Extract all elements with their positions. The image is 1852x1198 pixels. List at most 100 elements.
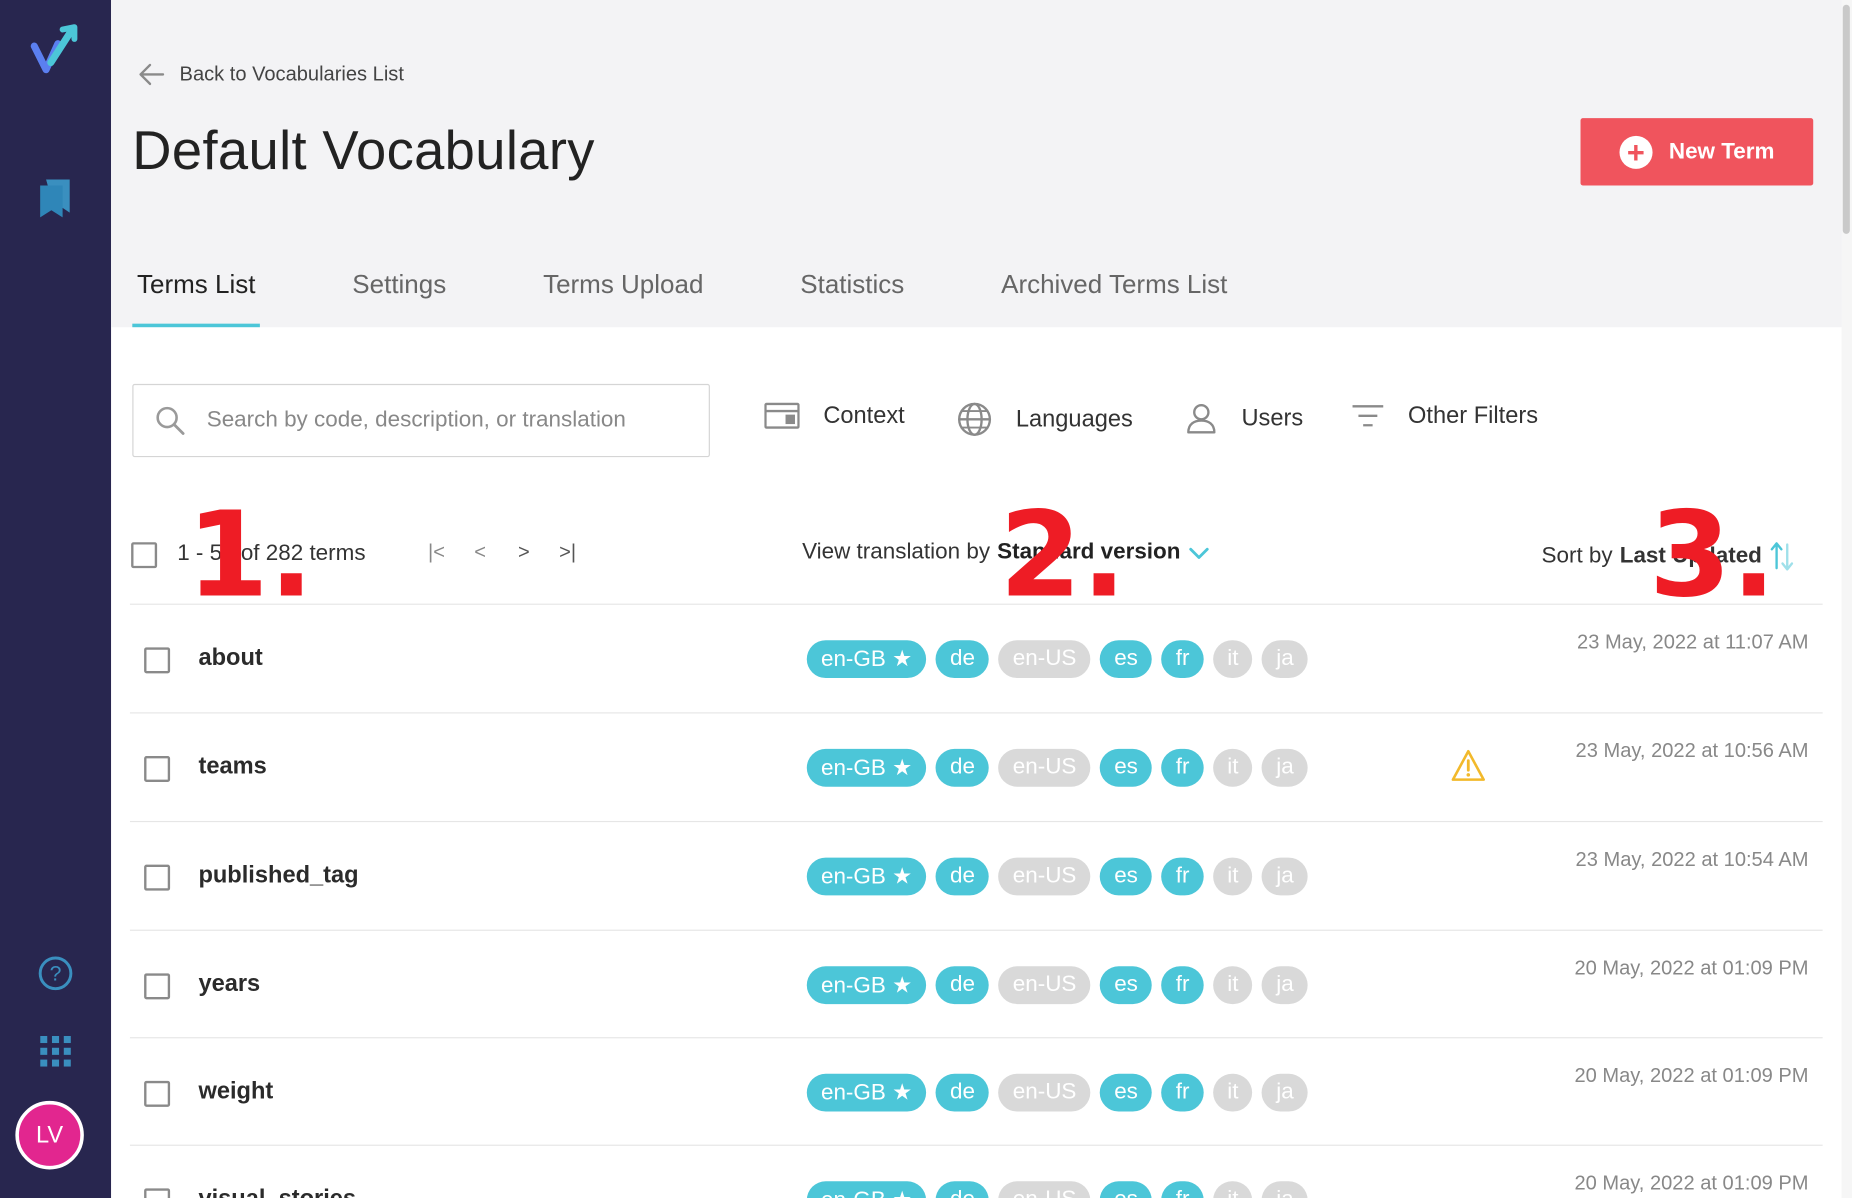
lang-pill-fr[interactable]: fr bbox=[1161, 1073, 1204, 1112]
vocabulary-book-icon[interactable] bbox=[0, 175, 111, 222]
apps-grid-icon[interactable] bbox=[0, 1032, 111, 1070]
next-page-icon[interactable]: > bbox=[510, 541, 537, 565]
lang-pill-it[interactable]: it bbox=[1213, 1181, 1253, 1198]
term-code[interactable]: years bbox=[198, 971, 260, 998]
lang-pill-es[interactable]: es bbox=[1100, 1073, 1153, 1112]
row-checkbox[interactable] bbox=[144, 647, 171, 674]
back-to-vocabularies-link[interactable]: Back to Vocabularies List bbox=[137, 63, 404, 87]
lang-pill-en-gb[interactable]: en-GB ★ bbox=[806, 748, 927, 787]
lang-pill-ja[interactable]: ja bbox=[1262, 1181, 1308, 1198]
tab-settings[interactable]: Settings bbox=[352, 258, 446, 328]
lang-pill-de[interactable]: de bbox=[935, 857, 990, 896]
table-row[interactable]: visual_stories en-GB ★ de en-US es fr it… bbox=[130, 1146, 1823, 1198]
lang-pill-en-us[interactable]: en-US bbox=[998, 748, 1091, 787]
sidebar: ? LV bbox=[0, 0, 112, 1198]
tab-terms-upload[interactable]: Terms Upload bbox=[543, 258, 703, 328]
term-code[interactable]: published_tag bbox=[198, 862, 358, 889]
filter-icon bbox=[1352, 405, 1384, 427]
lang-pill-es[interactable]: es bbox=[1100, 857, 1153, 896]
lang-pill-fr[interactable]: fr bbox=[1161, 748, 1204, 787]
term-code[interactable]: weight bbox=[198, 1078, 273, 1105]
lang-pill-en-us[interactable]: en-US bbox=[998, 857, 1091, 896]
row-checkbox[interactable] bbox=[144, 864, 171, 891]
page-header: Back to Vocabularies List Default Vocabu… bbox=[111, 0, 1843, 328]
tab-statistics[interactable]: Statistics bbox=[800, 258, 904, 328]
sort-prefix: Sort by bbox=[1541, 543, 1613, 569]
lang-pill-it[interactable]: it bbox=[1213, 857, 1253, 896]
term-code[interactable]: teams bbox=[198, 754, 266, 781]
lang-pill-it[interactable]: it bbox=[1213, 640, 1253, 679]
lang-pill-de[interactable]: de bbox=[935, 640, 990, 679]
language-pills: en-GB ★ de en-US es fr it ja bbox=[806, 1181, 1308, 1198]
lang-pill-de[interactable]: de bbox=[935, 966, 990, 1005]
user-icon bbox=[1187, 403, 1216, 434]
lang-pill-fr[interactable]: fr bbox=[1161, 640, 1204, 679]
lang-pill-ja[interactable]: ja bbox=[1262, 748, 1308, 787]
table-row[interactable]: teams en-GB ★ de en-US es fr it ja 23 Ma… bbox=[130, 713, 1823, 820]
lang-pill-en-gb[interactable]: en-GB ★ bbox=[806, 640, 927, 679]
tab-terms-list[interactable]: Terms List bbox=[132, 258, 261, 328]
row-checkbox[interactable] bbox=[144, 1188, 171, 1198]
table-row[interactable]: weight en-GB ★ de en-US es fr it ja 20 M… bbox=[130, 1038, 1823, 1145]
lang-pill-ja[interactable]: ja bbox=[1262, 966, 1308, 1005]
languages-filter[interactable]: Languages bbox=[957, 402, 1133, 437]
language-pills: en-GB ★ de en-US es fr it ja bbox=[806, 966, 1308, 1005]
table-row[interactable]: about en-GB ★ de en-US es fr it ja 23 Ma… bbox=[130, 605, 1823, 712]
lang-pill-en-gb[interactable]: en-GB ★ bbox=[806, 1181, 927, 1198]
select-all-checkbox[interactable] bbox=[131, 542, 158, 569]
last-page-icon[interactable]: >| bbox=[554, 541, 581, 565]
table-row[interactable]: published_tag en-GB ★ de en-US es fr it … bbox=[130, 822, 1823, 929]
lang-pill-fr[interactable]: fr bbox=[1161, 1181, 1204, 1198]
language-pills: en-GB ★ de en-US es fr it ja bbox=[806, 1073, 1308, 1112]
lang-pill-en-us[interactable]: en-US bbox=[998, 640, 1091, 679]
lang-pill-it[interactable]: it bbox=[1213, 748, 1253, 787]
scrollbar-thumb[interactable] bbox=[1842, 4, 1850, 234]
previous-page-icon[interactable]: < bbox=[467, 541, 494, 565]
context-filter[interactable]: Context bbox=[764, 402, 905, 430]
last-updated-date: 20 May, 2022 at 01:09 PM bbox=[1574, 1171, 1809, 1195]
arrow-left-icon bbox=[139, 63, 165, 86]
lang-pill-ja[interactable]: ja bbox=[1262, 640, 1308, 679]
row-checkbox[interactable] bbox=[144, 973, 171, 1000]
language-pills: en-GB ★ de en-US es fr it ja bbox=[806, 640, 1308, 679]
last-updated-date: 20 May, 2022 at 01:09 PM bbox=[1574, 956, 1809, 980]
other-filters[interactable]: Other Filters bbox=[1351, 402, 1538, 430]
lang-pill-es[interactable]: es bbox=[1100, 748, 1153, 787]
lang-pill-ja[interactable]: ja bbox=[1262, 1073, 1308, 1112]
lang-pill-en-gb[interactable]: en-GB ★ bbox=[806, 857, 927, 896]
search-input[interactable] bbox=[206, 407, 692, 434]
lang-pill-en-gb[interactable]: en-GB ★ bbox=[806, 1073, 927, 1112]
lang-pill-de[interactable]: de bbox=[935, 1073, 990, 1112]
lang-pill-en-us[interactable]: en-US bbox=[998, 1181, 1091, 1198]
lang-pill-ja[interactable]: ja bbox=[1262, 857, 1308, 896]
table-row[interactable]: years en-GB ★ de en-US es fr it ja 20 Ma… bbox=[130, 931, 1823, 1038]
lang-pill-en-gb[interactable]: en-GB ★ bbox=[806, 966, 927, 1005]
term-code[interactable]: visual_stories bbox=[198, 1186, 356, 1198]
warning-icon[interactable] bbox=[1451, 749, 1486, 782]
lang-pill-es[interactable]: es bbox=[1100, 640, 1153, 679]
lang-pill-fr[interactable]: fr bbox=[1161, 966, 1204, 1005]
lang-pill-de[interactable]: de bbox=[935, 748, 990, 787]
tab-archived-terms-list[interactable]: Archived Terms List bbox=[1001, 258, 1227, 328]
lang-pill-en-us[interactable]: en-US bbox=[998, 1073, 1091, 1112]
lang-pill-de[interactable]: de bbox=[935, 1181, 990, 1198]
lang-pill-it[interactable]: it bbox=[1213, 966, 1253, 1005]
row-checkbox[interactable] bbox=[144, 1080, 171, 1107]
lang-pill-es[interactable]: es bbox=[1100, 966, 1153, 1005]
new-term-button[interactable]: + New Term bbox=[1580, 118, 1814, 186]
users-filter[interactable]: Users bbox=[1185, 402, 1303, 435]
logo-icon[interactable] bbox=[0, 19, 111, 78]
user-avatar[interactable]: LV bbox=[15, 1100, 84, 1170]
vertical-scrollbar[interactable] bbox=[1841, 0, 1852, 1198]
page-title: Default Vocabulary bbox=[132, 119, 595, 181]
lang-pill-en-us[interactable]: en-US bbox=[998, 966, 1091, 1005]
app-window: ? LV Back to Vocabularies List Default V… bbox=[0, 0, 1852, 1198]
lang-pill-es[interactable]: es bbox=[1100, 1181, 1153, 1198]
first-page-icon[interactable]: |< bbox=[423, 541, 450, 565]
lang-pill-fr[interactable]: fr bbox=[1161, 857, 1204, 896]
lang-pill-it[interactable]: it bbox=[1213, 1073, 1253, 1112]
pagination: |< < > >| bbox=[423, 541, 581, 565]
help-icon[interactable]: ? bbox=[0, 952, 111, 995]
term-code[interactable]: about bbox=[198, 645, 262, 672]
row-checkbox[interactable] bbox=[144, 756, 171, 782]
